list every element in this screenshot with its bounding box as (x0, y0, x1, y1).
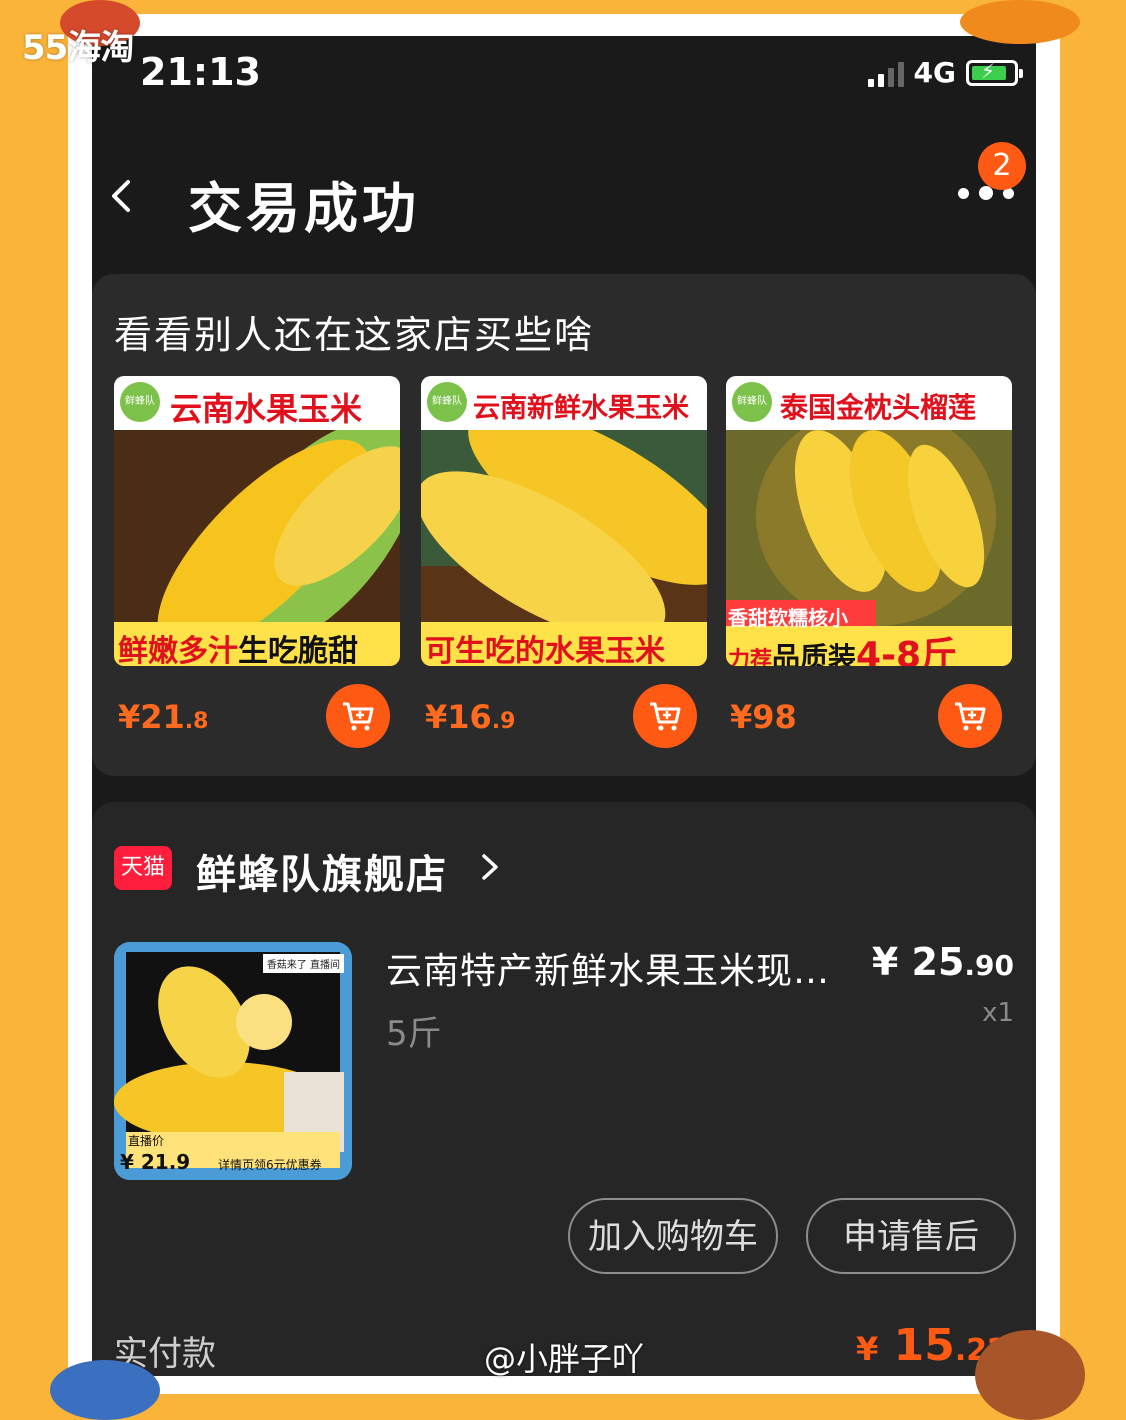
thumb-coupon: 详情页领6元优惠券 (218, 1158, 322, 1172)
recommendations-title: 看看别人还在这家店买些啥 (114, 313, 595, 357)
product-title[interactable]: 云南特产新鲜水果玉米现… (386, 942, 846, 994)
rec-caption: 鲜嫩多汁生吃脆甜 (118, 634, 358, 666)
rec-price: ¥98 (730, 698, 797, 736)
product-spec: 5斤 (386, 1014, 442, 1054)
rec-banner: 泰国金枕头榴莲 (780, 391, 977, 424)
rec-product[interactable]: 鲜蜂队 云南水果玉米 鲜嫩多汁生吃脆甜 ¥21.8 (114, 376, 400, 748)
rec-product-image[interactable]: 鲜蜂队 泰国金枕头榴莲 香甜软糯核小 力荐品质装4-8斤 (726, 376, 1012, 666)
decor-sticker (960, 0, 1080, 44)
phone-screen: 21:13 4G ⚡ 交易成功 2 看看别人还在这家店买些啥 鲜蜂队 云南水果玉… (92, 36, 1036, 1376)
rec-caption: 力荐品质装4-8斤 (728, 635, 958, 666)
add-to-cart-button[interactable]: 加入购物车 (568, 1198, 778, 1274)
add-to-cart-icon[interactable] (938, 684, 1002, 748)
brand-logo: 鲜蜂队 (120, 382, 160, 422)
product-thumbnail[interactable]: 香菇来了 直播间 直播价 ¥ 21.9 详情页领6元优惠券 (114, 942, 352, 1180)
tmall-badge: 天猫 (114, 846, 172, 890)
rec-product[interactable]: 鲜蜂队 云南新鲜水果玉米 可生吃的水果玉米 ¥16.9 (421, 376, 707, 748)
rec-banner: 云南新鲜水果玉米 (473, 393, 689, 424)
rec-product-image[interactable]: 鲜蜂队 云南新鲜水果玉米 可生吃的水果玉米 (421, 376, 707, 666)
add-to-cart-icon[interactable] (326, 684, 390, 748)
network-label: 4G (913, 56, 956, 89)
shop-name[interactable]: 鲜蜂队旗舰店 (196, 842, 448, 900)
product-quantity: x1 (982, 998, 1014, 1028)
add-to-cart-icon[interactable] (633, 684, 697, 748)
site-watermark: 55海淘 (22, 28, 134, 68)
decor-sticker (975, 1330, 1085, 1420)
thumb-live-price: ¥ 21.9 (120, 1150, 191, 1174)
signal-icon (867, 59, 904, 87)
rec-price: ¥21.8 (118, 698, 209, 736)
thumb-live-label: 直播价 (128, 1134, 165, 1148)
rec-product[interactable]: 鲜蜂队 泰国金枕头榴莲 香甜软糯核小 力荐品质装4-8斤 ¥98 (726, 376, 1012, 748)
page-title: 交易成功 (188, 177, 420, 240)
rec-banner: 云南水果玉米 (170, 390, 363, 428)
brand-logo: 鲜蜂队 (732, 382, 772, 422)
product-price: ¥ 25.90 (871, 940, 1014, 984)
chevron-right-icon[interactable] (478, 842, 502, 902)
rec-product-image[interactable]: 鲜蜂队 云南水果玉米 鲜嫩多汁生吃脆甜 (114, 376, 400, 666)
brand-logo: 鲜蜂队 (427, 382, 467, 422)
status-indicators: 4G ⚡ (867, 56, 1023, 89)
recommendations-card: 看看别人还在这家店买些啥 鲜蜂队 云南水果玉米 鲜嫩多汁生吃脆甜 ¥21.8 鲜… (92, 274, 1036, 776)
thumb-tag: 香菇来了 直播间 (262, 954, 344, 973)
after-sales-button[interactable]: 申请售后 (806, 1198, 1016, 1274)
status-time: 21:13 (140, 50, 261, 94)
rec-price: ¥16.9 (425, 698, 516, 736)
battery-icon: ⚡ (966, 59, 1023, 86)
rec-caption: 可生吃的水果玉米 (425, 634, 665, 666)
message-count-badge: 2 (978, 142, 1026, 190)
decor-sticker (50, 1360, 160, 1420)
author-handle: @小胖子吖 (484, 1340, 645, 1378)
chevron-left-icon[interactable] (106, 166, 146, 226)
